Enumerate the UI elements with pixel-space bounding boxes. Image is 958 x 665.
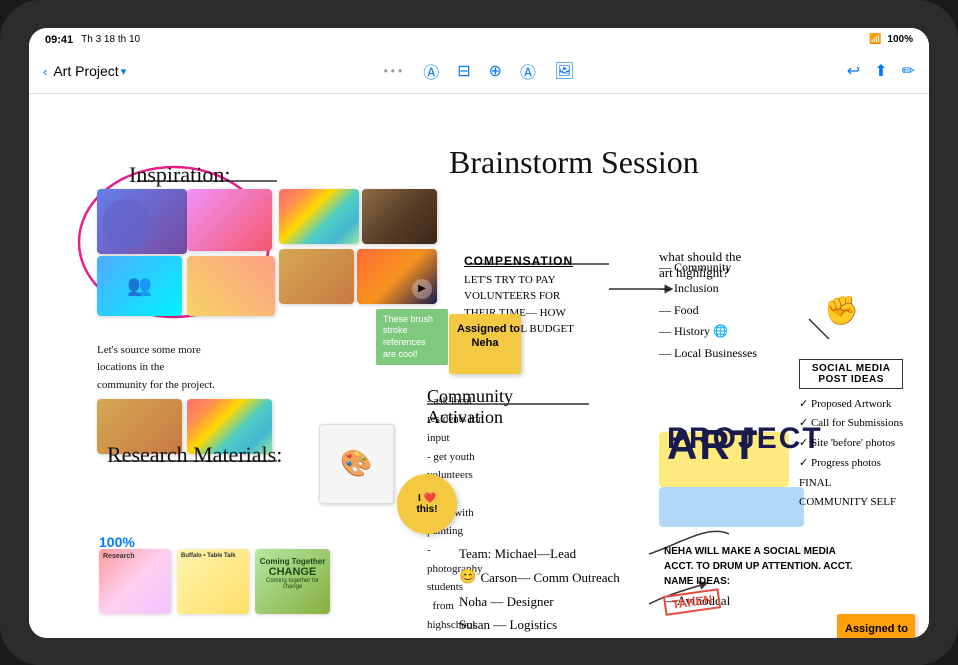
screen: 09:41 Th 3 18 th 10 📶 100% ‹ Art Project…: [29, 28, 929, 638]
love-bubble[interactable]: I ❤️ this!: [397, 474, 457, 534]
stroke-note[interactable]: These brush stroke references are cool!: [376, 309, 448, 366]
book-change[interactable]: Coming Together CHANGE Coming together f…: [255, 549, 330, 614]
neha-note-section: NEHA WILL MAKE A SOCIAL MEDIA ACCT. TO D…: [664, 544, 859, 612]
book-2[interactable]: Buffalo • Table Talk: [177, 549, 249, 614]
status-left: 09:41 Th 3 18 th 10: [45, 34, 140, 46]
add-tool-icon[interactable]: ⊕: [489, 61, 502, 81]
social-media-section: SOCIAL MEDIAPOST IDEAS ✓ Proposed Artwor…: [799, 359, 903, 514]
undo-icon[interactable]: ↩: [847, 61, 860, 81]
toolbar-right: ↩ ⬆ ✏: [702, 61, 915, 81]
day-info: Th 3 18 th 10: [81, 34, 140, 45]
brainstorm-title: Brainstorm Session: [449, 144, 699, 181]
pencil-tool-icon[interactable]: Ⓐ: [423, 59, 439, 83]
time: 09:41: [45, 34, 73, 46]
source-text: Let's source some more locations in the …: [97, 342, 217, 395]
wifi-icon: 📶: [869, 34, 881, 45]
love-text: I ❤️: [418, 493, 436, 504]
media-insert-icon[interactable]: 🖼: [554, 61, 574, 81]
compensation-title: COMPENSATION: [464, 254, 594, 268]
text-format-icon[interactable]: Ⓐ: [520, 59, 536, 83]
social-media-list: ✓ Proposed Artwork ✓ Call for Submission…: [799, 395, 903, 514]
book-1[interactable]: Research: [99, 549, 171, 614]
blue-highlight: [659, 487, 804, 527]
sticky-neha[interactable]: Assigned to Neha: [449, 314, 521, 374]
photo-2[interactable]: [187, 189, 272, 251]
share-icon[interactable]: ⬆: [874, 61, 887, 81]
battery-indicator: 100%: [887, 34, 913, 45]
status-bar: 09:41 Th 3 18 th 10 📶 100%: [29, 28, 929, 50]
research-title: Research Materials:: [107, 442, 282, 468]
photo-3[interactable]: 👥: [97, 256, 182, 316]
highlight-question: what should the art highlight?: [659, 249, 757, 281]
text-tool-icon[interactable]: ⊟: [457, 61, 470, 81]
photo-4[interactable]: [187, 256, 275, 316]
highlight-section: what should the art highlight? — Communi…: [659, 249, 757, 365]
photo-1[interactable]: [97, 189, 187, 254]
photo-8[interactable]: ▶: [357, 249, 437, 304]
fist-icon: ✊: [824, 294, 859, 327]
sketch-item[interactable]: 🎨: [319, 424, 394, 504]
back-chevron-icon: ‹: [43, 64, 47, 79]
edit-icon[interactable]: ✏: [902, 61, 915, 81]
toolbar-left: ‹ Art Project ▾: [43, 63, 256, 79]
zoom-label: 100%: [99, 534, 135, 550]
toolbar-dots: •••: [384, 64, 406, 78]
back-button[interactable]: ‹: [43, 64, 47, 79]
neha-note: NEHA WILL MAKE A SOCIAL MEDIA ACCT. TO D…: [664, 544, 859, 589]
photo-5[interactable]: [279, 189, 359, 244]
toolbar: ‹ Art Project ▾ ••• Ⓐ ⊟ ⊕ Ⓐ 🖼 ↩ ⬆ ✏: [29, 50, 929, 94]
device-frame: 09:41 Th 3 18 th 10 📶 100% ‹ Art Project…: [0, 0, 958, 665]
toolbar-center: ••• Ⓐ ⊟ ⊕ Ⓐ 🖼: [266, 59, 692, 83]
sticky-danny[interactable]: Assigned to Danny: [837, 614, 915, 638]
photo-7[interactable]: [279, 249, 354, 304]
document-title[interactable]: Art Project ▾: [53, 63, 126, 79]
inspiration-title: Inspiration:: [129, 162, 230, 188]
photo-6[interactable]: [362, 189, 437, 244]
status-right: 📶 100%: [869, 34, 913, 45]
canvas-area[interactable]: Inspiration: 👥 ▶ These brush stroke refe…: [29, 94, 929, 638]
team-section: Team: Michael—Lead 😊 Carson— Comm Outrea…: [459, 542, 620, 638]
social-media-title: SOCIAL MEDIAPOST IDEAS: [799, 359, 903, 389]
